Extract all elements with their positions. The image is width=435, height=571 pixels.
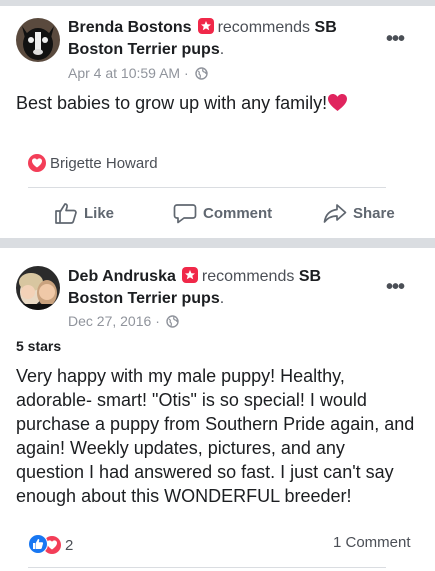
thumbs-up-icon [55,203,77,224]
page-link-continued[interactable]: Boston Terrier pups [68,41,220,58]
recommends-label: recommends [201,268,295,285]
more-options-icon[interactable]: ••• [386,28,405,51]
comment-label: Comment [203,205,273,222]
comment-count[interactable]: 1 Comment [333,534,411,551]
post-text-line: adorable- smart! "Otis" is so special! I… [16,390,367,410]
avatar[interactable] [16,266,60,310]
like-reaction-icon [28,534,48,554]
like-button[interactable]: Like [54,202,114,224]
author-name[interactable]: Brenda Bostons [68,19,192,36]
actions-divider [28,187,386,188]
avatar[interactable] [16,18,60,62]
post-header-line2: Boston Terrier pups. [68,288,224,310]
share-icon [323,204,347,223]
post-meta: Apr 4 at 10:59 AM · [68,65,208,83]
globe-icon [166,315,179,331]
post-text-line: enough about this WONDERFUL breeder! [16,486,352,506]
reaction-summary[interactable]: 2 [28,534,73,554]
post-body: Best babies to grow up with any family! [16,91,348,118]
page-link-continued[interactable]: Boston Terrier pups [68,290,220,307]
heart-emoji [327,93,348,118]
reaction-count: 2 [65,537,74,554]
post-text-line: question I had answered so fast. I just … [16,462,394,482]
post-header: Brenda Bostons recommends SB [68,17,337,39]
recommends-label: recommends [217,19,311,36]
author-name[interactable]: Deb Andruska [68,268,176,285]
feed-divider [0,0,435,6]
reaction-summary[interactable]: Brigette Howard [28,154,158,172]
timestamp[interactable]: Apr 4 at 10:59 AM [68,65,180,81]
share-label: Share [353,205,395,222]
globe-icon [194,67,208,83]
heart-reaction-icon [28,154,46,172]
post-meta: Dec 27, 2016 · [68,313,179,331]
post-text: Best babies to grow up with any family! [16,93,328,113]
meta-separator: · [183,65,189,81]
comment-button[interactable]: Comment [173,202,272,224]
page-link[interactable]: SB [299,268,321,285]
post-text-line: purchase a puppy from Southern Pride aga… [16,414,415,434]
post-header-line2: Boston Terrier pups. [68,39,224,61]
post-header: Deb Andruska recommends SB [68,266,321,288]
page-link[interactable]: SB [315,19,337,36]
page-suffix: . [219,290,225,307]
more-options-icon[interactable]: ••• [386,276,405,299]
meta-separator: · [155,313,160,329]
feed-divider [0,238,435,248]
post-body: Very happy with my male puppy! Healthy, … [16,364,428,508]
recommend-badge-icon [181,267,198,283]
post-text-line: Very happy with my male puppy! Healthy, [16,366,345,386]
rating-label: 5 stars [16,338,62,354]
reactor-name: Brigette Howard [50,155,158,172]
post-text-line: again! Weekly updates, pictures, and any [16,438,345,458]
recommend-badge-icon [197,18,214,34]
share-button[interactable]: Share [323,202,395,224]
like-label: Like [84,205,115,222]
timestamp[interactable]: Dec 27, 2016 [68,313,151,329]
actions-divider [28,567,386,568]
comment-icon [173,204,197,224]
page-suffix: . [219,41,225,58]
